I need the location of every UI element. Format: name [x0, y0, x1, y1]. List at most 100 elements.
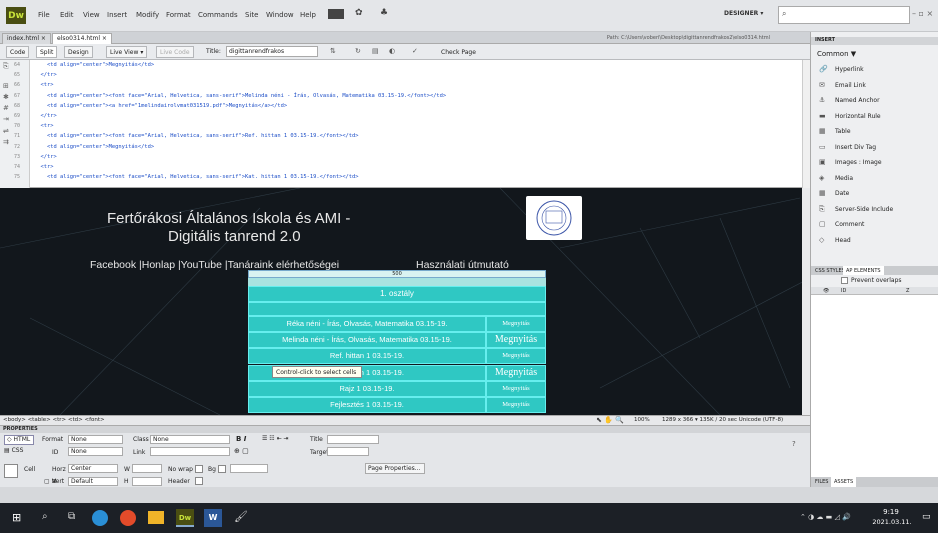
- subject-cell[interactable]: Ref. hittan 1 03.15-19.: [248, 348, 486, 365]
- search-input[interactable]: ⌕: [778, 6, 910, 24]
- system-tray-icons[interactable]: ⌃ ◑ ☁ ▬ ◿ 🔊: [800, 513, 851, 521]
- insert-item[interactable]: Named Anchor: [835, 97, 880, 104]
- tab-ap-elements[interactable]: AP ELEMENTS: [843, 266, 884, 275]
- table-row[interactable]: Réka néni - Írás, Olvasás, Matematika 03…: [248, 316, 546, 332]
- code-line[interactable]: <td align="center">Megnyitás</td>: [34, 62, 154, 68]
- ap-elements-list[interactable]: [811, 295, 938, 477]
- table-row[interactable]: Melinda néni - Írás, Olvasás, Matematika…: [248, 332, 546, 349]
- bg-color-swatch[interactable]: [218, 465, 226, 473]
- insert-item[interactable]: Table: [835, 128, 851, 135]
- title-input[interactable]: digittanrendfrakos: [226, 46, 318, 57]
- insert-item[interactable]: Server-Side Include: [835, 206, 893, 213]
- height-input[interactable]: [132, 477, 162, 486]
- class-select[interactable]: None: [150, 435, 230, 444]
- live-code-button[interactable]: Live Code: [156, 46, 194, 58]
- visual-aids-icon[interactable]: ◐: [389, 47, 395, 55]
- code-line[interactable]: <td align="center">Megnyitás</td>: [34, 144, 154, 150]
- insert-item[interactable]: Media: [835, 175, 853, 182]
- paint-icon[interactable]: 🖌: [234, 510, 248, 523]
- code-line[interactable]: <td align="center"><font face="Arial, He…: [34, 133, 359, 139]
- menu-file[interactable]: File: [38, 11, 50, 19]
- subject-cell[interactable]: Réka néni - Írás, Olvasás, Matematika 03…: [248, 316, 486, 332]
- link-input[interactable]: [150, 447, 230, 456]
- menu-window[interactable]: Window: [266, 11, 294, 19]
- open-link-cell[interactable]: Megnyitás: [486, 380, 546, 397]
- search-taskbar-icon[interactable]: ⌕: [42, 511, 48, 522]
- open-documents-icon[interactable]: ⎘: [3, 62, 9, 71]
- code-line[interactable]: </tr>: [34, 72, 56, 78]
- gear-icon[interactable]: ✿: [355, 8, 363, 18]
- code-line[interactable]: <tr>: [34, 82, 53, 88]
- title-prop-input[interactable]: [327, 435, 379, 444]
- dreamweaver-taskbar-icon[interactable]: Dw: [176, 509, 194, 527]
- indent-icon[interactable]: ⇉: [3, 138, 9, 146]
- subject-cell[interactable]: Fejlesztés 1 03.15-19.: [248, 397, 486, 413]
- code-line[interactable]: <tr>: [34, 164, 53, 170]
- code-line[interactable]: <td align="center"><a href="1melindairol…: [34, 103, 287, 109]
- highlight-icon[interactable]: ⇥: [3, 115, 9, 123]
- insert-item[interactable]: Hyperlink: [835, 66, 864, 73]
- horz-select[interactable]: Center: [68, 464, 118, 473]
- zoom-level[interactable]: 100%: [634, 417, 650, 423]
- file-management-icon[interactable]: ⇅: [330, 47, 336, 55]
- page-properties-button[interactable]: Page Properties...: [365, 463, 425, 474]
- tab-assets[interactable]: ASSETS: [831, 477, 857, 487]
- bg-input[interactable]: [230, 464, 268, 473]
- open-link-cell[interactable]: Megnyitás: [486, 397, 546, 413]
- insert-item[interactable]: Date: [835, 190, 849, 197]
- clock-date[interactable]: 2021.03.11.: [868, 518, 916, 526]
- insert-item[interactable]: Email Link: [835, 82, 866, 89]
- code-view-button[interactable]: Code: [6, 46, 30, 58]
- insert-item[interactable]: Comment: [835, 221, 864, 228]
- live-view-button[interactable]: Live View ▾: [106, 46, 148, 58]
- menu-view[interactable]: View: [83, 11, 100, 19]
- window-controls[interactable]: – ▫ ×: [912, 9, 933, 18]
- file-explorer-icon[interactable]: [148, 511, 164, 524]
- refresh-icon[interactable]: ↻: [355, 47, 361, 55]
- tab-files[interactable]: FILES: [815, 479, 828, 485]
- format-select[interactable]: None: [68, 435, 123, 444]
- line-numbers-icon[interactable]: #: [3, 104, 9, 112]
- word-icon[interactable]: W: [204, 509, 222, 527]
- tab-index[interactable]: index.html ×: [2, 33, 51, 44]
- target-select[interactable]: [327, 447, 369, 456]
- task-view-icon[interactable]: ⧉: [68, 511, 75, 522]
- table-row[interactable]: Rajz 1 03.15-19. Megnyitás: [248, 380, 546, 397]
- menu-insert[interactable]: Insert: [107, 11, 127, 19]
- html-mode-button[interactable]: ◇ HTML: [4, 435, 34, 445]
- insert-item[interactable]: Insert Div Tag: [835, 144, 876, 151]
- menu-help[interactable]: Help: [300, 11, 316, 19]
- vert-select[interactable]: Default: [68, 477, 118, 486]
- layout-icon[interactable]: [328, 9, 344, 19]
- header-checkbox[interactable]: [195, 477, 203, 485]
- edge-icon[interactable]: [92, 510, 108, 526]
- menu-modify[interactable]: Modify: [136, 11, 159, 19]
- code-line[interactable]: <tr>: [34, 123, 53, 129]
- menu-edit[interactable]: Edit: [60, 11, 74, 19]
- insert-item[interactable]: Horizontal Rule: [835, 113, 881, 120]
- table-row[interactable]: Fejlesztés 1 03.15-19. Megnyitás: [248, 397, 546, 413]
- menu-commands[interactable]: Commands: [198, 11, 238, 19]
- collapse-tag-icon[interactable]: ⊞: [3, 82, 9, 90]
- split-view-button[interactable]: Split: [36, 46, 58, 58]
- design-view[interactable]: Fertőrákosi Általános Iskola és AMI - Di…: [0, 188, 810, 415]
- insert-item[interactable]: Head: [835, 237, 851, 244]
- insert-category-select[interactable]: Common ▼: [817, 50, 856, 58]
- expand-icon[interactable]: ✱: [3, 93, 9, 101]
- chrome-icon[interactable]: [120, 510, 136, 526]
- width-input[interactable]: [132, 464, 162, 473]
- id-select[interactable]: None: [68, 447, 123, 456]
- code-line[interactable]: <td align="center"><font face="Arial, He…: [34, 93, 446, 99]
- bold-button[interactable]: B I: [236, 435, 246, 443]
- tab-css-styles[interactable]: CSS STYLES: [815, 268, 845, 274]
- open-link-cell[interactable]: Megnyitás: [486, 316, 546, 332]
- zoom-tools-icon[interactable]: ⬉ ✋ 🔍: [596, 416, 624, 424]
- code-line[interactable]: </tr>: [34, 113, 56, 119]
- open-link-cell[interactable]: Megnyitás: [486, 332, 546, 349]
- subject-cell[interactable]: Rajz 1 03.15-19.: [248, 380, 486, 397]
- nowrap-checkbox[interactable]: [195, 465, 203, 473]
- site-icon[interactable]: ♣: [380, 8, 388, 18]
- code-line[interactable]: <td align="center"><font face="Arial, He…: [34, 174, 359, 180]
- comment-icon[interactable]: ⇌: [3, 127, 9, 135]
- code-view[interactable]: ⎘ ⊞ ✱ # ⇥ ⇌ ⇉ 64 <td align="center">Megn…: [0, 60, 810, 188]
